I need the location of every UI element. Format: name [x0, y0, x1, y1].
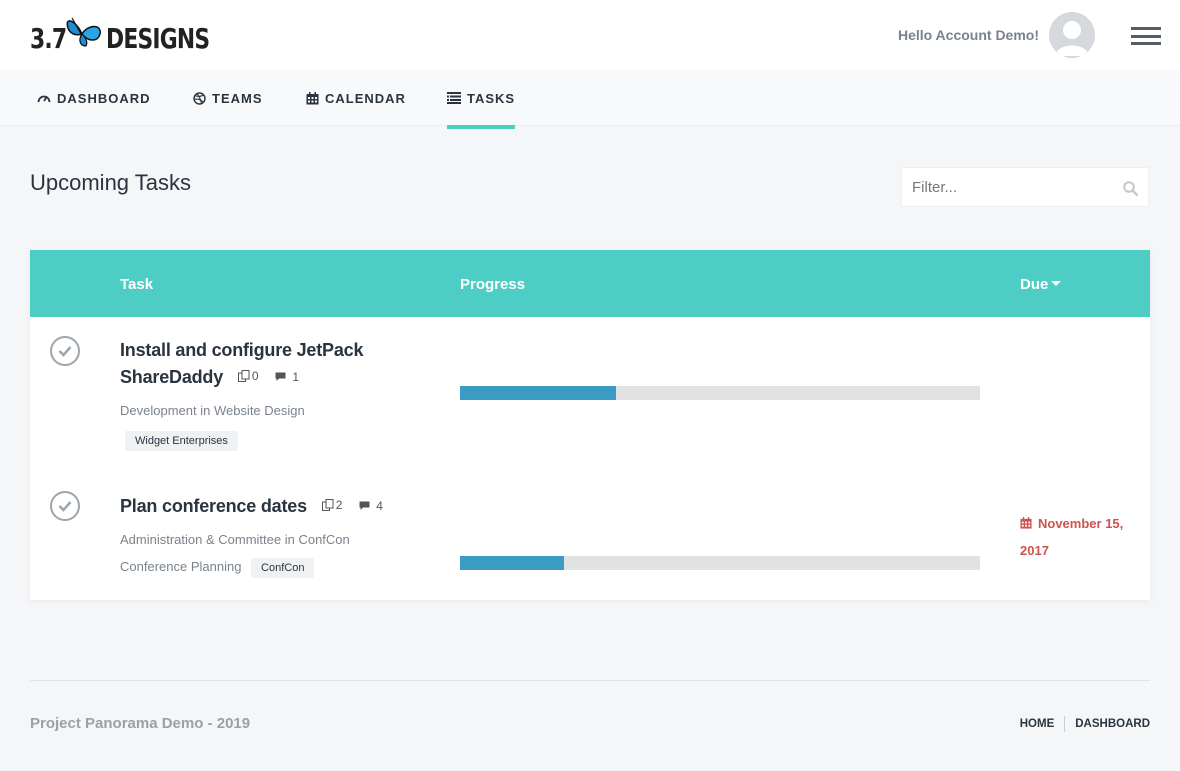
comment-icon — [359, 501, 370, 510]
complete-task-checkbox[interactable] — [50, 336, 80, 366]
document-count-value: 2 — [335, 498, 343, 512]
nav-teams-label: TEAMS — [212, 90, 263, 106]
due-date-line1: November 15, — [1038, 516, 1124, 531]
greeting-text: Hello Account Demo! — [897, 27, 1039, 43]
nav-teams[interactable]: TEAMS — [193, 70, 263, 126]
dribbble-icon — [193, 91, 206, 105]
column-header-due[interactable]: Due — [1020, 276, 1062, 293]
hamburger-menu-icon[interactable] — [1131, 27, 1161, 45]
brand-logo[interactable]: 3.7 DESIGNS — [30, 17, 210, 55]
column-header-progress[interactable]: Progress — [460, 276, 525, 293]
page-title: Upcoming Tasks — [30, 170, 191, 195]
main-nav: DASHBOARD TEAMS CALENDAR TASKS — [0, 70, 1180, 129]
documents-icon — [321, 499, 334, 511]
sort-caret-icon — [1051, 281, 1062, 286]
task-title[interactable]: Plan conference dates 2 4 — [120, 492, 383, 519]
task-title[interactable]: Install and configure JetPack ShareDaddy… — [120, 337, 363, 390]
comment-count-value: 4 — [376, 499, 383, 513]
gauge-icon — [37, 95, 51, 103]
footer-link-dashboard[interactable]: DASHBOARD — [1075, 718, 1150, 730]
comment-count-value: 1 — [292, 370, 300, 384]
table-row: Plan conference dates 2 4 Administration… — [30, 472, 1150, 600]
document-count: 0 — [237, 363, 259, 389]
due-date: November 15, 2017 — [1020, 510, 1140, 564]
project-tag[interactable]: Widget Enterprises — [125, 431, 238, 451]
table-header: Task Progress Due — [30, 250, 1150, 317]
logo-number: 3.7 — [30, 22, 67, 55]
task-title-line2: ShareDaddy — [120, 367, 224, 387]
footer-copyright: Project Panorama Demo - 2019 — [30, 715, 251, 732]
column-header-due-label: Due — [1020, 276, 1049, 293]
nav-dashboard[interactable]: DASHBOARD — [37, 70, 151, 126]
due-date-line2: 2017 — [1020, 543, 1049, 558]
progress-bar — [460, 556, 980, 570]
list-icon — [447, 92, 461, 104]
progress-bar-fill — [460, 556, 564, 570]
top-header: 3.7 DESIGNS Hello Account Demo! — [0, 0, 1180, 70]
search-icon[interactable] — [1123, 181, 1138, 196]
document-count: 2 — [321, 492, 343, 518]
user-avatar-icon[interactable] — [1049, 12, 1095, 58]
column-header-task[interactable]: Task — [120, 276, 153, 293]
task-title-line1: Install and configure JetPack — [120, 340, 364, 360]
filter-input[interactable] — [902, 168, 1102, 206]
document-count-value: 0 — [251, 369, 259, 383]
comment-count: 4 — [359, 493, 383, 519]
logo-word: DESIGNS — [106, 22, 210, 55]
nav-calendar[interactable]: CALENDAR — [306, 70, 406, 126]
comment-count: 1 — [275, 364, 299, 390]
butterfly-icon — [66, 17, 101, 47]
nav-tasks[interactable]: TASKS — [447, 70, 516, 129]
filter-box — [901, 167, 1149, 207]
nav-calendar-label: CALENDAR — [325, 90, 406, 106]
footer-divider — [30, 680, 1150, 681]
task-phase: Administration & Committee in ConfCon Co… — [120, 526, 350, 580]
comment-icon — [275, 372, 286, 381]
complete-task-checkbox[interactable] — [50, 491, 80, 521]
task-phase: Development in Website Design — [120, 403, 305, 418]
documents-icon — [237, 370, 250, 382]
nav-dashboard-label: DASHBOARD — [57, 90, 151, 106]
tasks-table: Task Progress Due Install and configure … — [30, 250, 1150, 600]
nav-tasks-label: TASKS — [467, 90, 516, 106]
footer-link-home[interactable]: HOME — [1020, 718, 1055, 730]
task-title-line1: Plan conference dates — [120, 496, 307, 516]
task-phase-line1: Administration & Committee in ConfCon — [120, 532, 350, 547]
progress-bar — [460, 386, 980, 400]
checkmark-icon — [58, 501, 72, 512]
footer-links: HOME DASHBOARD — [1020, 716, 1150, 732]
calendar-icon — [1020, 517, 1032, 529]
calendar-icon — [306, 91, 319, 104]
project-tag[interactable]: ConfCon — [251, 558, 315, 578]
progress-bar-fill — [460, 386, 616, 400]
checkmark-icon — [58, 346, 72, 357]
task-phase-line2: Conference Planning — [120, 559, 242, 574]
footer-separator — [1064, 716, 1066, 732]
table-row: Install and configure JetPack ShareDaddy… — [30, 317, 1150, 472]
task-tag-wrap: Widget Enterprises — [125, 426, 238, 453]
